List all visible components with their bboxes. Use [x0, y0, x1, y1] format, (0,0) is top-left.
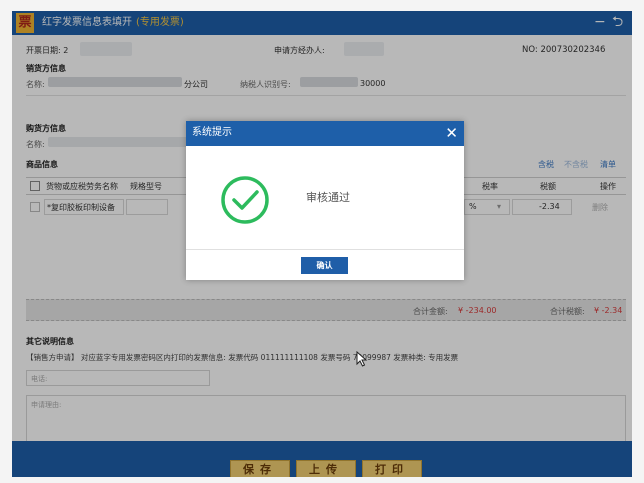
close-icon[interactable]: ✕: [445, 124, 458, 142]
confirm-button[interactable]: 确认: [301, 257, 348, 274]
dialog-message: 审核通过: [306, 191, 350, 204]
dialog-divider: [186, 249, 464, 250]
system-prompt-dialog: 系统提示 ✕ 审核通过 确认: [186, 121, 464, 280]
check-circle-icon: [221, 176, 269, 224]
dialog-header: 系统提示 ✕: [186, 121, 464, 146]
cursor-icon: [356, 351, 368, 367]
dialog-title: 系统提示: [192, 127, 232, 138]
